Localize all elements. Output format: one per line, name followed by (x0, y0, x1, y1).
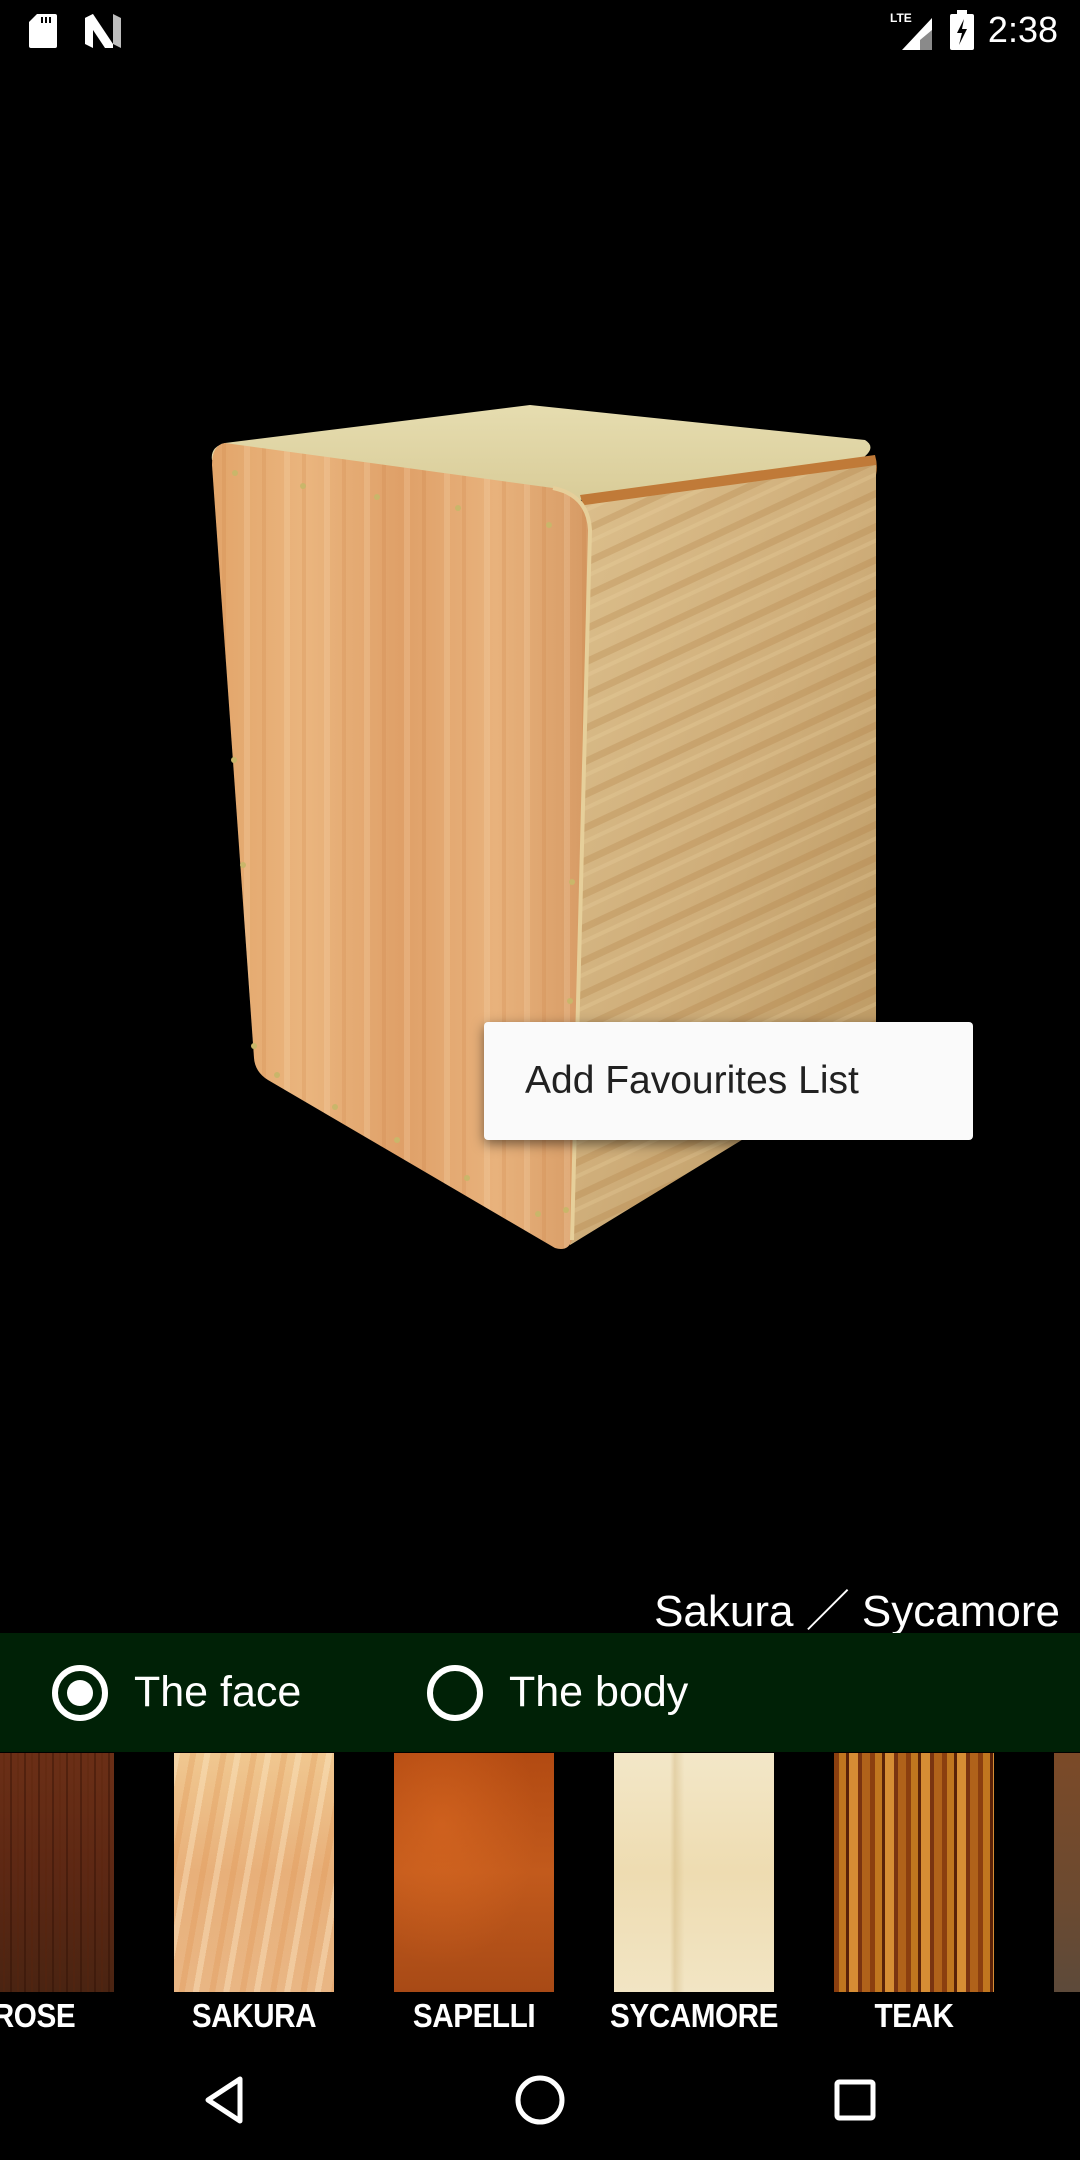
radio-unchecked-icon (427, 1664, 483, 1721)
swatch-sycamore[interactable]: SYCAMORE (610, 1752, 778, 2040)
sd-card-icon (29, 14, 57, 48)
home-icon (515, 2075, 565, 2125)
clock: 2:38 (987, 9, 1058, 50)
swatch-w[interactable]: W (1054, 1752, 1080, 2040)
lte-signal-icon: LTE (890, 11, 932, 50)
radio-the-body[interactable]: The body (427, 1633, 688, 1752)
wood-texture-sapelli (394, 1753, 554, 1992)
radio-the-face[interactable]: The face (52, 1633, 301, 1752)
recent-apps-button[interactable] (815, 2060, 895, 2140)
wood-swatch-list[interactable]: ROSE SAKURA SAPELLI SYCAMORE TEAK W (0, 1752, 1080, 2042)
swatch-label: TEAK (874, 1997, 954, 2034)
swatch-label: W (1026, 1997, 1080, 2035)
radio-label: The face (134, 1668, 302, 1716)
wood-texture-teak (834, 1753, 994, 1992)
navigation-bar (0, 2040, 1080, 2160)
android-n-icon (85, 14, 121, 48)
swatch-label: SAKURA (191, 1997, 317, 2034)
back-icon (205, 2076, 243, 2124)
radio-checked-icon (52, 1664, 108, 1721)
wood-texture-sakura (174, 1753, 334, 1992)
back-button[interactable] (185, 2060, 265, 2140)
part-selector: The face The body (0, 1633, 1080, 1752)
swatch-label: SYCAMORE (609, 1997, 779, 2034)
add-favourites-list-menu-item[interactable]: Add Favourites List (525, 1022, 859, 1140)
wood-texture-rose (0, 1753, 114, 1992)
wood-texture-sycamore (614, 1753, 774, 1992)
status-bar: LTE 2:38 (0, 0, 1080, 63)
swatch-sapelli[interactable]: SAPELLI (394, 1752, 554, 2040)
cajon-preview[interactable] (0, 63, 1080, 1593)
radio-label: The body (509, 1668, 689, 1716)
context-menu: Add Favourites List (484, 1022, 973, 1140)
wood-texture-w (1054, 1753, 1080, 1992)
svg-text:LTE: LTE (890, 11, 912, 25)
swatch-label: ROSE (0, 1997, 76, 2034)
selected-wood-caption: Sakura ／ Sycamore (654, 1587, 1060, 1636)
swatch-label: SAPELLI (412, 1997, 536, 2034)
swatch-teak[interactable]: TEAK (834, 1752, 994, 2040)
swatch-sakura[interactable]: SAKURA (174, 1752, 334, 2040)
home-button[interactable] (500, 2060, 580, 2140)
cajon-image (211, 405, 877, 1249)
swatch-rose[interactable]: ROSE (0, 1752, 114, 2040)
recent-apps-icon (834, 2079, 876, 2121)
battery-charging-icon (949, 10, 974, 50)
